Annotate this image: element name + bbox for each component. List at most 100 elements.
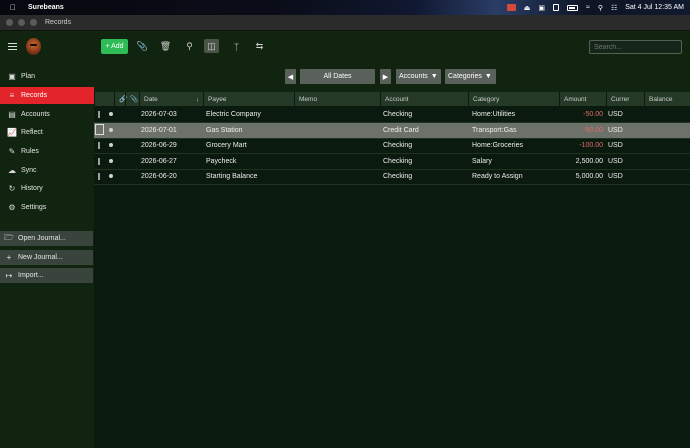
cell-amount[interactable]: -100.00 bbox=[559, 138, 603, 153]
eject-icon[interactable]: ⏏ bbox=[524, 4, 531, 12]
transfer-icon[interactable]: ⇆ bbox=[253, 40, 266, 53]
sidebar-item-settings[interactable]: ⚙ Settings bbox=[0, 199, 94, 216]
column-header-account[interactable]: Account bbox=[380, 92, 468, 106]
cell-account[interactable]: Credit Card bbox=[383, 123, 465, 138]
cell-date[interactable]: 2026-07-01 bbox=[141, 123, 201, 138]
cell-currency[interactable]: USD bbox=[608, 154, 642, 169]
column-header-category[interactable]: Category bbox=[468, 92, 559, 106]
cell-date[interactable]: 2026-06-27 bbox=[141, 154, 201, 169]
window-minimize-button[interactable] bbox=[18, 19, 25, 26]
cell-amount[interactable]: -50.00 bbox=[559, 123, 603, 138]
column-header-balance[interactable]: Balance bbox=[644, 92, 690, 106]
sidebar-item-history[interactable]: ↻ History bbox=[0, 180, 94, 197]
menubar-app-name[interactable]: Surebeans bbox=[28, 4, 64, 11]
previous-period-button[interactable]: ◀ bbox=[285, 69, 296, 84]
search-input[interactable] bbox=[589, 40, 682, 54]
window-zoom-button[interactable] bbox=[30, 19, 37, 26]
status-dot-icon[interactable] bbox=[109, 174, 113, 178]
cell-amount[interactable]: 2,500.00 bbox=[559, 154, 603, 169]
column-header-currency[interactable]: Currer bbox=[606, 92, 644, 106]
column-header-amount[interactable]: Amount bbox=[559, 92, 606, 106]
date-range-selector[interactable]: All Dates bbox=[300, 69, 375, 84]
sidebar-item-records[interactable]: ≡ Records bbox=[0, 87, 94, 104]
app-status-icon[interactable] bbox=[506, 4, 516, 11]
table-row[interactable]: 2026-06-29 Grocery Mart Checking Home:Groce… bbox=[94, 138, 690, 154]
sidebar-item-plan[interactable]: ▣ Plan bbox=[0, 68, 94, 85]
cell-amount[interactable]: -50.00 bbox=[559, 107, 603, 122]
table-row[interactable]: 2026-07-03 Electric Company Checking Home:U… bbox=[94, 107, 690, 123]
cell-payee[interactable]: Electric Company bbox=[206, 107, 292, 122]
cell-category[interactable]: Home:Utilities bbox=[472, 107, 557, 122]
next-period-button[interactable]: ▶ bbox=[380, 69, 391, 84]
row-drag-handle[interactable] bbox=[95, 123, 104, 135]
cell-payee[interactable]: Grocery Mart bbox=[206, 138, 292, 153]
battery-icon[interactable] bbox=[566, 4, 578, 11]
open-journal-button[interactable]: 🗁 Open Journal... bbox=[0, 231, 93, 246]
cell-balance[interactable] bbox=[646, 138, 688, 153]
cell-account[interactable]: Checking bbox=[383, 154, 465, 169]
cell-payee[interactable]: Gas Station bbox=[206, 123, 292, 138]
cell-category[interactable]: Home:Groceries bbox=[472, 138, 557, 153]
cell-date[interactable]: 2026-06-20 bbox=[141, 169, 201, 184]
status-dot-icon[interactable] bbox=[109, 158, 113, 163]
row-drag-handle[interactable] bbox=[98, 111, 100, 118]
table-row[interactable]: 2026-07-01 Gas Station Credit Card Transpor… bbox=[94, 122, 690, 139]
cell-currency[interactable]: USD bbox=[608, 169, 642, 184]
cell-memo[interactable] bbox=[297, 138, 377, 153]
window-close-button[interactable] bbox=[6, 19, 13, 26]
accounts-filter-dropdown[interactable]: Accounts ▼ bbox=[396, 69, 441, 84]
spotlight-search-icon[interactable]: ⚲ bbox=[598, 4, 603, 12]
sidebar-item-reflect[interactable]: 📈 Reflect bbox=[0, 124, 94, 141]
new-journal-button[interactable]: + New Journal... bbox=[0, 250, 93, 265]
cell-date[interactable]: 2026-07-03 bbox=[141, 107, 201, 122]
cell-memo[interactable] bbox=[297, 154, 377, 169]
cell-account[interactable]: Checking bbox=[383, 107, 465, 122]
cell-currency[interactable]: USD bbox=[608, 107, 642, 122]
view-toggle-icon[interactable]: ◫ bbox=[204, 39, 219, 53]
import-button[interactable]: ↦ Import... bbox=[0, 268, 93, 283]
attachment-icon[interactable]: 📎 bbox=[136, 40, 149, 53]
cell-currency[interactable]: USD bbox=[608, 138, 642, 153]
row-drag-handle[interactable] bbox=[98, 173, 100, 180]
cell-memo[interactable] bbox=[297, 107, 377, 122]
delete-icon[interactable]: 🗑 bbox=[159, 40, 172, 53]
column-header-date[interactable]: Date ↓ bbox=[139, 92, 203, 106]
status-dot-icon[interactable] bbox=[109, 112, 113, 116]
column-header-link[interactable]: 🔗 bbox=[114, 92, 127, 106]
categories-filter-dropdown[interactable]: Categories ▼ bbox=[445, 69, 496, 84]
sidebar-item-sync[interactable]: ☁ Sync bbox=[0, 162, 94, 179]
table-row[interactable]: 2026-06-20 Starting Balance Checking Ready … bbox=[94, 169, 690, 185]
status-dot-icon[interactable] bbox=[109, 127, 113, 132]
column-header-attachment[interactable]: 📎 bbox=[125, 92, 139, 106]
add-record-button[interactable]: + Add bbox=[101, 39, 128, 54]
sidebar-item-rules[interactable]: ✎ Rules bbox=[0, 143, 94, 160]
column-header-payee[interactable]: Payee bbox=[203, 92, 294, 106]
find-icon[interactable]: ⚲ bbox=[183, 40, 196, 53]
table-row[interactable]: 2026-06-27 Paycheck Checking Salary 2,500.00… bbox=[94, 154, 690, 170]
cell-account[interactable]: Checking bbox=[383, 138, 465, 153]
split-icon[interactable]: ᛉ bbox=[230, 40, 243, 53]
cell-balance[interactable] bbox=[646, 154, 688, 169]
cell-balance[interactable] bbox=[646, 169, 688, 184]
apple-menu-icon[interactable]:  bbox=[10, 3, 16, 12]
cell-date[interactable]: 2026-06-29 bbox=[141, 138, 201, 153]
menubar-clock[interactable]: Sat 4 Jul 12:35 AM bbox=[625, 4, 684, 11]
cell-amount[interactable]: 5,000.00 bbox=[559, 169, 603, 184]
hamburger-menu-icon[interactable] bbox=[8, 43, 17, 50]
cell-currency[interactable]: USD bbox=[608, 123, 642, 138]
cell-memo[interactable] bbox=[297, 169, 377, 184]
status-dot-icon[interactable] bbox=[109, 143, 113, 147]
cell-memo[interactable] bbox=[297, 123, 377, 138]
cell-payee[interactable]: Starting Balance bbox=[206, 169, 292, 184]
cell-category[interactable]: Ready to Assign bbox=[472, 169, 557, 184]
control-center-icon[interactable]: ☷ bbox=[611, 4, 617, 12]
sidebar-item-accounts[interactable]: ▤ Accounts bbox=[0, 106, 94, 123]
row-drag-handle[interactable] bbox=[98, 142, 100, 149]
cell-payee[interactable]: Paycheck bbox=[206, 154, 292, 169]
cell-balance[interactable] bbox=[646, 107, 688, 122]
cell-balance[interactable] bbox=[646, 123, 688, 138]
column-header-memo[interactable]: Memo bbox=[294, 92, 380, 106]
wifi-icon[interactable]: ≈ bbox=[586, 4, 590, 11]
row-drag-handle[interactable] bbox=[98, 157, 100, 165]
cell-category[interactable]: Salary bbox=[472, 154, 557, 169]
